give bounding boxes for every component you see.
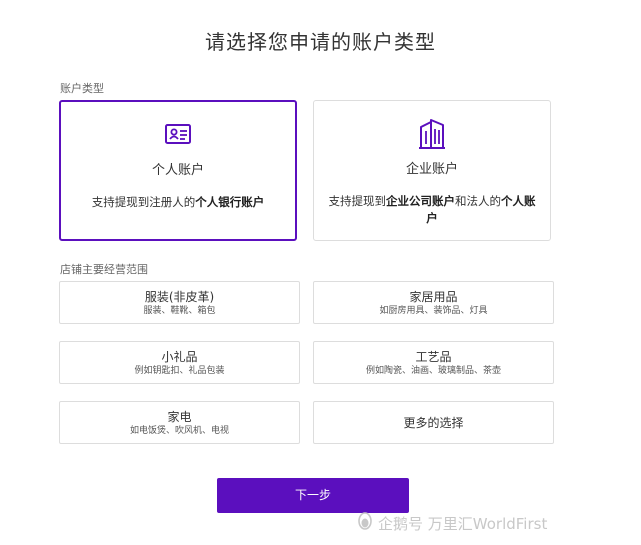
business-account-card[interactable]: 企业账户 支持提现到企业公司账户和法人的个人账户 [313,100,551,241]
scope-subtitle: 例如钥匙扣、礼品包装 [134,366,225,376]
personal-account-desc: 支持提现到注册人的个人银行账户 [75,194,281,211]
scope-option-gifts[interactable]: 小礼品 例如钥匙扣、礼品包装 [59,341,300,384]
scope-title: 工艺品 [415,350,452,364]
personal-desc-bold: 个人银行账户 [195,195,265,209]
business-desc-bold-company: 企业公司账户 [386,194,455,208]
account-type-label: 账户类型 [60,82,104,95]
scope-title: 家电 [167,410,192,424]
scope-subtitle: 服装、鞋靴、箱包 [143,306,216,316]
personal-account-title: 个人账户 [151,163,204,178]
scope-title: 家居用品 [409,290,458,304]
id-card-icon [164,122,192,150]
business-desc-mid: 和法人的 [455,194,501,208]
scope-subtitle: 如厨房用具、装饰品、灯具 [379,306,488,316]
business-account-desc: 支持提现到企业公司账户和法人的个人账户 [328,193,536,227]
scope-title: 小礼品 [161,350,198,364]
scope-subtitle: 例如陶瓷、油画、玻璃制品、茶壶 [365,366,501,376]
scope-option-apparel[interactable]: 服装(非皮革) 服装、鞋靴、箱包 [59,281,300,324]
scope-option-crafts[interactable]: 工艺品 例如陶瓷、油画、玻璃制品、茶壶 [313,341,554,384]
scope-option-more[interactable]: 更多的选择 [313,401,554,444]
page-title: 请选择您申请的账户类型 [205,30,436,54]
scope-title: 更多的选择 [403,416,464,430]
business-scope-label: 店铺主要经营范围 [60,263,148,276]
building-icon [417,118,447,154]
watermark-text: 企鹅号 万里汇WorldFirst [378,514,548,533]
scope-option-home[interactable]: 家居用品 如厨房用具、装饰品、灯具 [313,281,554,324]
personal-account-card[interactable]: 个人账户 支持提现到注册人的个人银行账户 [59,100,297,241]
watermark: 企鹅号 万里汇WorldFirst [357,512,547,534]
scope-title: 服装(非皮革) [144,290,215,304]
business-desc-prefix: 支持提现到 [328,194,387,208]
next-step-button[interactable]: 下一步 [217,478,409,513]
personal-desc-prefix: 支持提现到注册人的 [91,195,196,209]
penguin-logo-icon [357,512,373,534]
scope-subtitle: 如电饭煲、吹风机、电视 [129,426,229,436]
scope-option-appliances[interactable]: 家电 如电饭煲、吹风机、电视 [59,401,300,444]
business-account-title: 企业账户 [405,162,458,177]
